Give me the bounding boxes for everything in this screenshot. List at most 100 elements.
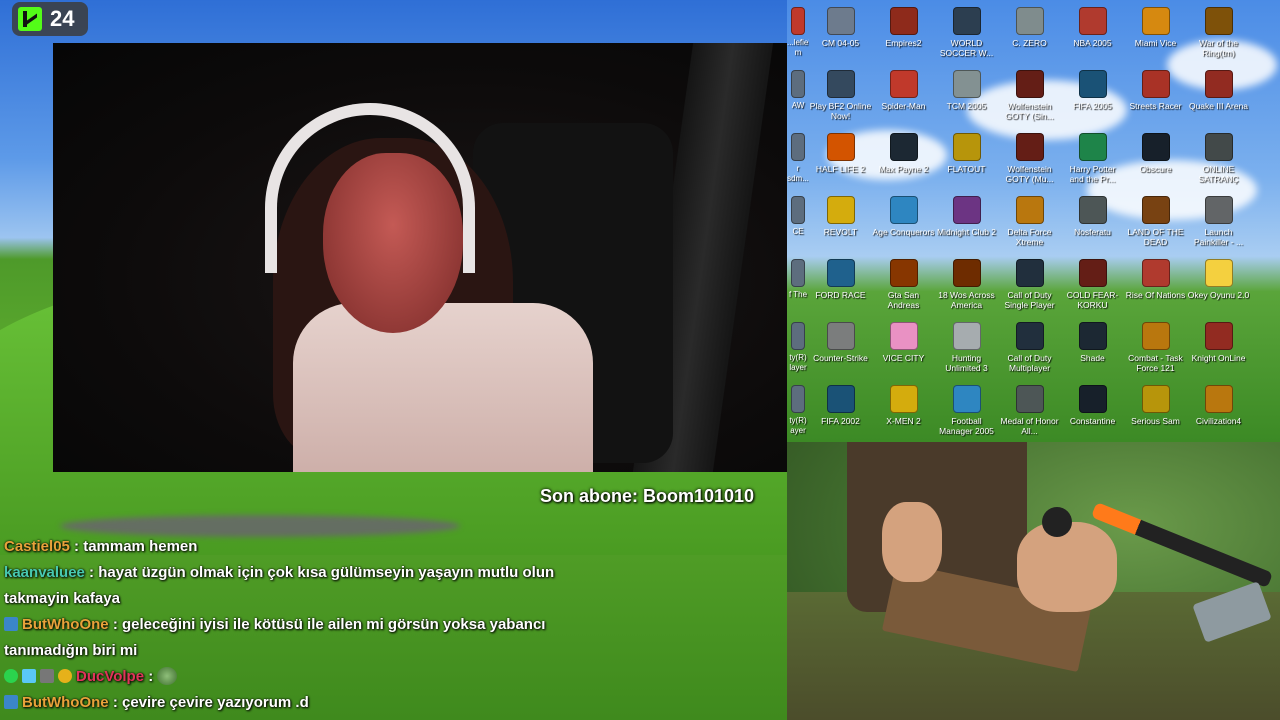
game-shortcut-icon <box>1078 259 1107 287</box>
chat-username[interactable]: ButWhoOne <box>22 616 109 633</box>
desktop-shortcut[interactable]: WORLD SOCCER W... <box>935 4 998 67</box>
desktop-shortcut[interactable]: Okey Oyunu 2.0 <box>1187 256 1250 319</box>
desktop-shortcut[interactable]: Obscure <box>1124 130 1187 193</box>
shortcut-label: ONLINE SATRANÇ <box>1198 164 1239 184</box>
webcam-feed <box>53 43 817 472</box>
desktop-shortcut[interactable]: Call of Duty Single Player <box>998 256 1061 319</box>
desktop-shortcut[interactable]: Wolfenstein GOTY (Mu... <box>998 130 1061 193</box>
shortcut-label: f The <box>788 290 808 299</box>
desktop-shortcut[interactable]: Delta Force Xtreme <box>998 193 1061 256</box>
desktop-shortcut[interactable]: Max Payne 2 <box>872 130 935 193</box>
desktop-shortcut[interactable]: Knight OnLine <box>1187 319 1250 382</box>
chat-message: ButWhoOne : çevire çevire yazıyorum .d <box>4 690 564 716</box>
desktop-shortcut[interactable]: Quake III Arena <box>1187 67 1250 130</box>
desktop-shortcut[interactable]: 18 Wos Across America <box>935 256 998 319</box>
desktop-shortcut[interactable]: Shade <box>1061 319 1124 382</box>
desktop-shortcut[interactable]: Gta San Andreas <box>872 256 935 319</box>
desktop-shortcut[interactable]: C. ZERO <box>998 4 1061 67</box>
gold-badge-icon <box>58 669 72 683</box>
chat-username[interactable]: Castiel05 <box>4 538 70 555</box>
game-shortcut-icon <box>1078 322 1107 350</box>
desktop-shortcut[interactable]: Miami Vice <box>1124 4 1187 67</box>
game-shortcut-icon <box>1141 133 1170 161</box>
desktop-shortcut[interactable]: Nosferatu <box>1061 193 1124 256</box>
shortcut-label: Gta San Andreas <box>887 290 920 310</box>
desktop-shortcut[interactable]: Empires2 <box>872 4 935 67</box>
game-shortcut-icon <box>1015 196 1044 224</box>
desktop-shortcut[interactable]: FIFA 2005 <box>1061 67 1124 130</box>
chat-username[interactable]: kaanvaluee <box>4 564 85 581</box>
desktop-shortcut[interactable]: COLD FEAR-KORKU <box>1061 256 1124 319</box>
shortcut-label: Harry Potter and the Pr... <box>1069 164 1116 184</box>
desktop-shortcut[interactable]: Combat - Task Force 121 <box>1124 319 1187 382</box>
desktop-shortcut[interactable]: ty(R) layer <box>787 319 809 382</box>
game-shortcut-icon <box>1078 7 1107 35</box>
game-shortcut-icon <box>1015 322 1044 350</box>
chat-username[interactable]: ButWhoOne <box>22 694 109 711</box>
desktop-shortcut[interactable]: Counter-Strike <box>809 319 872 382</box>
shortcut-label: War of the Ring(tm) <box>1199 38 1238 58</box>
desktop-shortcut[interactable]: Rise Of Nations <box>1124 256 1187 319</box>
desktop-shortcut[interactable]: Wolfenstein GOTY (Sin... <box>998 67 1061 130</box>
desktop-shortcut[interactable]: Constantine <box>1061 382 1124 442</box>
desktop-shortcut[interactable]: VICE CITY <box>872 319 935 382</box>
game-shortcut-icon <box>826 133 855 161</box>
desktop-shortcut[interactable]: LAND OF THE DEAD <box>1124 193 1187 256</box>
desktop-shortcut[interactable]: REVOLT <box>809 193 872 256</box>
desktop-shortcut[interactable]: FLATOUT <box>935 130 998 193</box>
chat-text: : hayat üzgün olmak için çok kısa gülüms… <box>4 564 555 607</box>
game-shortcut-icon <box>952 196 981 224</box>
desktop-shortcut[interactable]: Serious Sam <box>1124 382 1187 442</box>
desktop-shortcut[interactable]: FIFA 2002 <box>809 382 872 442</box>
desktop-shortcut[interactable]: Play BF2 Online Now! <box>809 67 872 130</box>
desktop-shortcut[interactable]: Midnight Club 2 <box>935 193 998 256</box>
chat-text: : <box>144 668 158 685</box>
desktop-shortcut[interactable]: Civilization4 <box>1187 382 1250 442</box>
game-shortcut-icon <box>889 7 918 35</box>
shortcut-label: Nosferatu <box>1074 227 1111 237</box>
chat-message: DucVolpe : <box>4 664 564 690</box>
desktop-shortcut[interactable]: r sdm... <box>787 130 809 193</box>
shortcut-label: FORD RACE <box>815 290 866 300</box>
shortcut-label: Call of Duty Single Player <box>1004 290 1055 310</box>
chat-username[interactable]: DucVolpe <box>76 668 144 685</box>
game-shortcut-icon <box>791 259 805 287</box>
game-shortcut-icon <box>791 7 805 35</box>
game-shortcut-icon <box>952 385 981 413</box>
desktop-shortcut[interactable]: CE <box>787 193 809 256</box>
desktop-shortcut[interactable]: Age Conquerors <box>872 193 935 256</box>
shortcut-label: NBA 2005 <box>1073 38 1112 48</box>
right-hand <box>1017 522 1117 612</box>
desktop-shortcut[interactable]: AW <box>787 67 809 130</box>
desktop-shortcut[interactable]: Harry Potter and the Pr... <box>1061 130 1124 193</box>
desktop-shortcut[interactable]: Launch Painkiller - ... <box>1187 193 1250 256</box>
desktop-shortcut[interactable]: HALF LIFE 2 <box>809 130 872 193</box>
desktop-shortcut[interactable]: TCM 2005 <box>935 67 998 130</box>
desktop-shortcut[interactable]: NBA 2005 <box>1061 4 1124 67</box>
desktop-shortcut[interactable]: FORD RACE <box>809 256 872 319</box>
desktop-shortcut[interactable]: Football Manager 2005 <box>935 382 998 442</box>
shortcut-label: Play BF2 Online Now! <box>809 101 872 121</box>
desktop-shortcut[interactable]: Call of Duty Multiplayer <box>998 319 1061 382</box>
desktop-shortcut[interactable]: ONLINE SATRANÇ <box>1187 130 1250 193</box>
shortcut-label: C. ZERO <box>1012 38 1047 48</box>
desktop-shortcut[interactable]: Streets Racer <box>1124 67 1187 130</box>
desktop-shortcut[interactable]: X-MEN 2 <box>872 382 935 442</box>
desktop-shortcut[interactable]: Spider-Man <box>872 67 935 130</box>
desktop-shortcut[interactable]: ...lefield m <box>787 4 809 67</box>
desktop-shortcut[interactable]: Medal of Honor All... <box>998 382 1061 442</box>
chat-message: ButWhoOne : geleceğini iyisi ile kötüsü … <box>4 612 564 664</box>
game-shortcut-icon <box>952 322 981 350</box>
desktop-shortcut[interactable]: War of the Ring(tm) <box>1187 4 1250 67</box>
shortcut-label: Call of Duty Multiplayer <box>1007 353 1052 373</box>
desktop-shortcut[interactable]: f The <box>787 256 809 319</box>
desktop-shortcut[interactable]: CM 04-05 <box>809 4 872 67</box>
viewer-count-badge: 24 <box>12 2 88 36</box>
shortcut-label: FIFA 2002 <box>821 416 860 426</box>
desktop-shortcut[interactable]: Hunting Unlimited 3 <box>935 319 998 382</box>
game-shortcut-icon <box>1015 70 1044 98</box>
game-shortcut-icon <box>1141 259 1170 287</box>
game-shortcut-icon <box>826 259 855 287</box>
desktop-shortcut[interactable]: ty(R) ayer <box>787 382 809 442</box>
shortcut-label: Wolfenstein GOTY (Sin... <box>1005 101 1054 121</box>
